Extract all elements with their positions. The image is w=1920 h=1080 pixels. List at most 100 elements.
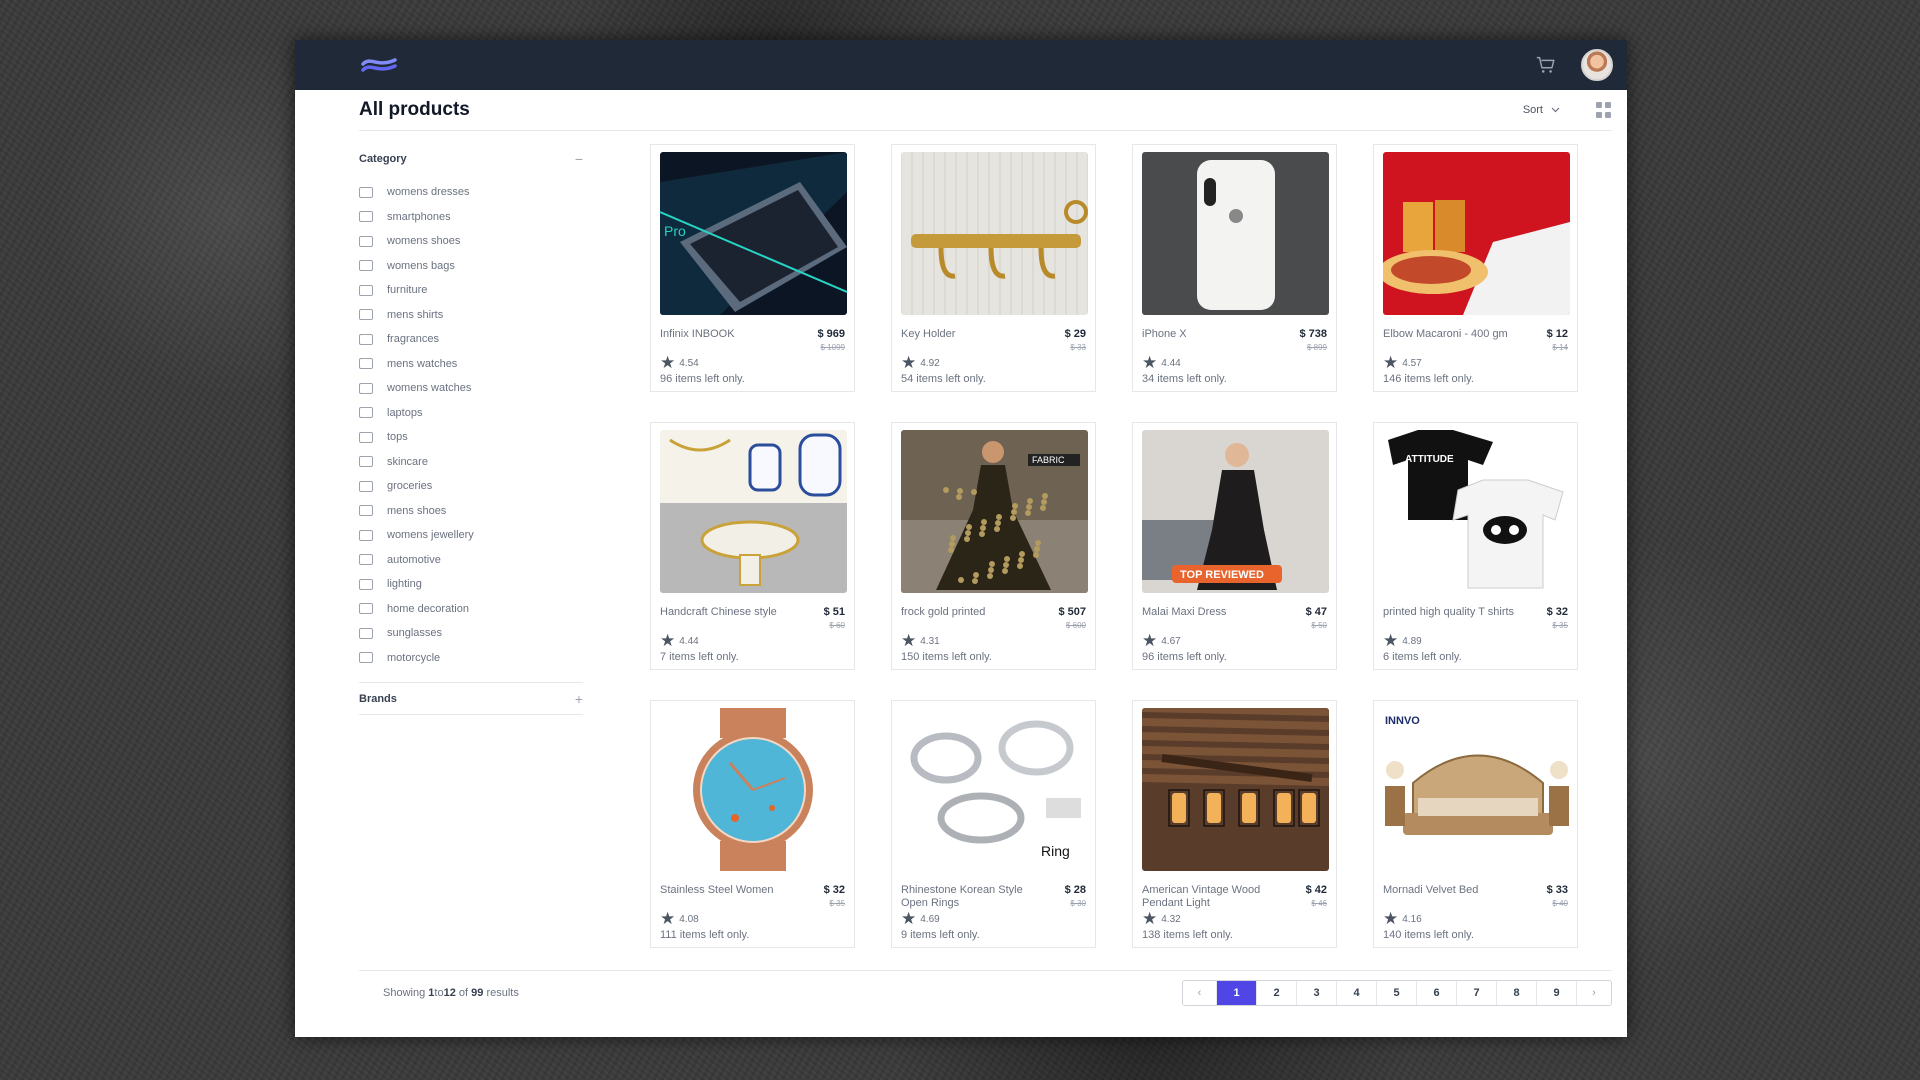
product-image[interactable] — [901, 152, 1088, 315]
product-title[interactable]: Handcraft Chinese style — [660, 606, 800, 632]
product-card[interactable]: TOP REVIEWED Malai Maxi Dress $ 47 $ 50 ★ 4.6… — [1132, 422, 1337, 670]
product-card[interactable]: INNVO Mornadi Velvet Bed $ 33 $ 40 ★ 4.16 140 … — [1373, 700, 1578, 948]
collapse-icon[interactable]: − — [575, 151, 583, 167]
page-8-button[interactable]: 8 — [1497, 981, 1537, 1005]
product-info: Stainless Steel Women $ 32 $ 35 — [660, 884, 845, 910]
product-title[interactable]: printed high quality T shirts — [1383, 606, 1523, 632]
category-checkbox[interactable] — [359, 235, 373, 247]
page-7-button[interactable]: 7 — [1457, 981, 1497, 1005]
product-image[interactable]: INNVO — [1383, 708, 1570, 871]
category-option[interactable]: automotive — [359, 548, 583, 573]
product-title[interactable]: Key Holder — [901, 328, 1041, 354]
product-title[interactable]: Malai Maxi Dress — [1142, 606, 1282, 632]
category-checkbox[interactable] — [359, 505, 373, 517]
product-image[interactable] — [1142, 708, 1329, 871]
category-option[interactable]: home decoration — [359, 597, 583, 622]
product-title[interactable]: iPhone X — [1142, 328, 1282, 354]
product-image[interactable]: Pro — [660, 152, 847, 315]
category-option[interactable]: laptops — [359, 401, 583, 426]
brands-facet-header[interactable]: Brands + — [359, 683, 583, 715]
category-checkbox[interactable] — [359, 431, 373, 443]
category-facet-header[interactable]: Category − — [359, 150, 583, 168]
wave-logo-icon[interactable] — [359, 54, 399, 76]
stock-note: 140 items left only. — [1383, 929, 1474, 941]
next-page-button[interactable]: › — [1577, 981, 1611, 1005]
category-checkbox[interactable] — [359, 333, 373, 345]
product-image[interactable]: Ring — [901, 708, 1088, 871]
grid-view-icon[interactable] — [1596, 102, 1612, 118]
product-image[interactable]: ATTITUDE — [1383, 430, 1570, 593]
product-title[interactable]: Rhinestone Korean Style Open Rings — [901, 884, 1041, 910]
product-card[interactable]: FABRIC frock gold printed $ 507 $ 600 ★ 4.31 1… — [891, 422, 1096, 670]
category-option[interactable]: womens dresses — [359, 180, 583, 205]
product-image[interactable]: TOP REVIEWED — [1142, 430, 1329, 593]
product-card[interactable]: Handcraft Chinese style $ 51 $ 60 ★ 4.44 7 it… — [650, 422, 855, 670]
product-title[interactable]: frock gold printed — [901, 606, 1041, 632]
category-option[interactable]: furniture — [359, 278, 583, 303]
page-5-button[interactable]: 5 — [1377, 981, 1417, 1005]
star-icon: ★ — [1142, 353, 1158, 372]
category-checkbox[interactable] — [359, 529, 373, 541]
category-option[interactable]: mens watches — [359, 352, 583, 377]
category-checkbox[interactable] — [359, 652, 373, 664]
product-card[interactable]: Elbow Macaroni - 400 gm $ 12 $ 14 ★ 4.57 146 … — [1373, 144, 1578, 392]
category-option[interactable]: skincare — [359, 450, 583, 475]
product-image[interactable] — [1383, 152, 1570, 315]
category-option[interactable]: womens bags — [359, 254, 583, 279]
category-option[interactable]: fragrances — [359, 327, 583, 352]
category-checkbox[interactable] — [359, 358, 373, 370]
category-checkbox[interactable] — [359, 260, 373, 272]
page-1-button[interactable]: 1 — [1217, 981, 1257, 1005]
product-card[interactable]: iPhone X $ 738 $ 899 ★ 4.44 34 items left onl… — [1132, 144, 1337, 392]
page-4-button[interactable]: 4 — [1337, 981, 1377, 1005]
category-checkbox[interactable] — [359, 456, 373, 468]
category-checkbox[interactable] — [359, 211, 373, 223]
previous-page-button[interactable]: ‹ — [1183, 981, 1217, 1005]
page-2-button[interactable]: 2 — [1257, 981, 1297, 1005]
category-option[interactable]: smartphones — [359, 205, 583, 230]
product-card[interactable]: American Vintage Wood Pendant Light $ 42 $… — [1132, 700, 1337, 948]
product-image[interactable] — [660, 430, 847, 593]
product-card[interactable]: Stainless Steel Women $ 32 $ 35 ★ 4.08 111 it… — [650, 700, 855, 948]
product-image[interactable] — [1142, 152, 1329, 315]
category-checkbox[interactable] — [359, 603, 373, 615]
category-checkbox[interactable] — [359, 186, 373, 198]
category-option[interactable]: mens shoes — [359, 499, 583, 524]
user-avatar[interactable] — [1581, 49, 1613, 81]
product-title[interactable]: Infinix INBOOK — [660, 328, 800, 354]
category-option[interactable]: womens jewellery — [359, 523, 583, 548]
product-title[interactable]: Stainless Steel Women — [660, 884, 800, 910]
category-option[interactable]: sunglasses — [359, 621, 583, 646]
page-9-button[interactable]: 9 — [1537, 981, 1577, 1005]
category-checkbox[interactable] — [359, 627, 373, 639]
product-title[interactable]: American Vintage Wood Pendant Light — [1142, 884, 1282, 910]
cart-icon[interactable] — [1535, 54, 1557, 76]
category-checkbox[interactable] — [359, 554, 373, 566]
category-label: smartphones — [387, 210, 451, 223]
category-option[interactable]: mens shirts — [359, 303, 583, 328]
category-checkbox[interactable] — [359, 382, 373, 394]
product-card[interactable]: Key Holder $ 29 $ 33 ★ 4.92 54 items left onl… — [891, 144, 1096, 392]
sort-dropdown[interactable]: Sort — [1523, 104, 1560, 116]
category-option[interactable]: motorcycle — [359, 646, 583, 671]
product-image[interactable]: FABRIC — [901, 430, 1088, 593]
category-checkbox[interactable] — [359, 578, 373, 590]
product-title[interactable]: Mornadi Velvet Bed — [1383, 884, 1523, 910]
category-option[interactable]: womens shoes — [359, 229, 583, 254]
category-option[interactable]: lighting — [359, 572, 583, 597]
category-checkbox[interactable] — [359, 284, 373, 296]
category-option[interactable]: groceries — [359, 474, 583, 499]
product-card[interactable]: ATTITUDE printed high quality T shirts $ 3… — [1373, 422, 1578, 670]
category-checkbox[interactable] — [359, 480, 373, 492]
category-option[interactable]: tops — [359, 425, 583, 450]
category-option[interactable]: womens watches — [359, 376, 583, 401]
page-3-button[interactable]: 3 — [1297, 981, 1337, 1005]
category-checkbox[interactable] — [359, 309, 373, 321]
expand-icon[interactable]: + — [575, 691, 583, 707]
product-title[interactable]: Elbow Macaroni - 400 gm — [1383, 328, 1523, 354]
page-6-button[interactable]: 6 — [1417, 981, 1457, 1005]
product-card[interactable]: Ring Rhinestone Korean Style Open Rings $ … — [891, 700, 1096, 948]
category-checkbox[interactable] — [359, 407, 373, 419]
product-card[interactable]: Pro Infinix INBOOK $ 969 $ 1099 ★ 4.54 96 item… — [650, 144, 855, 392]
product-image[interactable] — [660, 708, 847, 871]
